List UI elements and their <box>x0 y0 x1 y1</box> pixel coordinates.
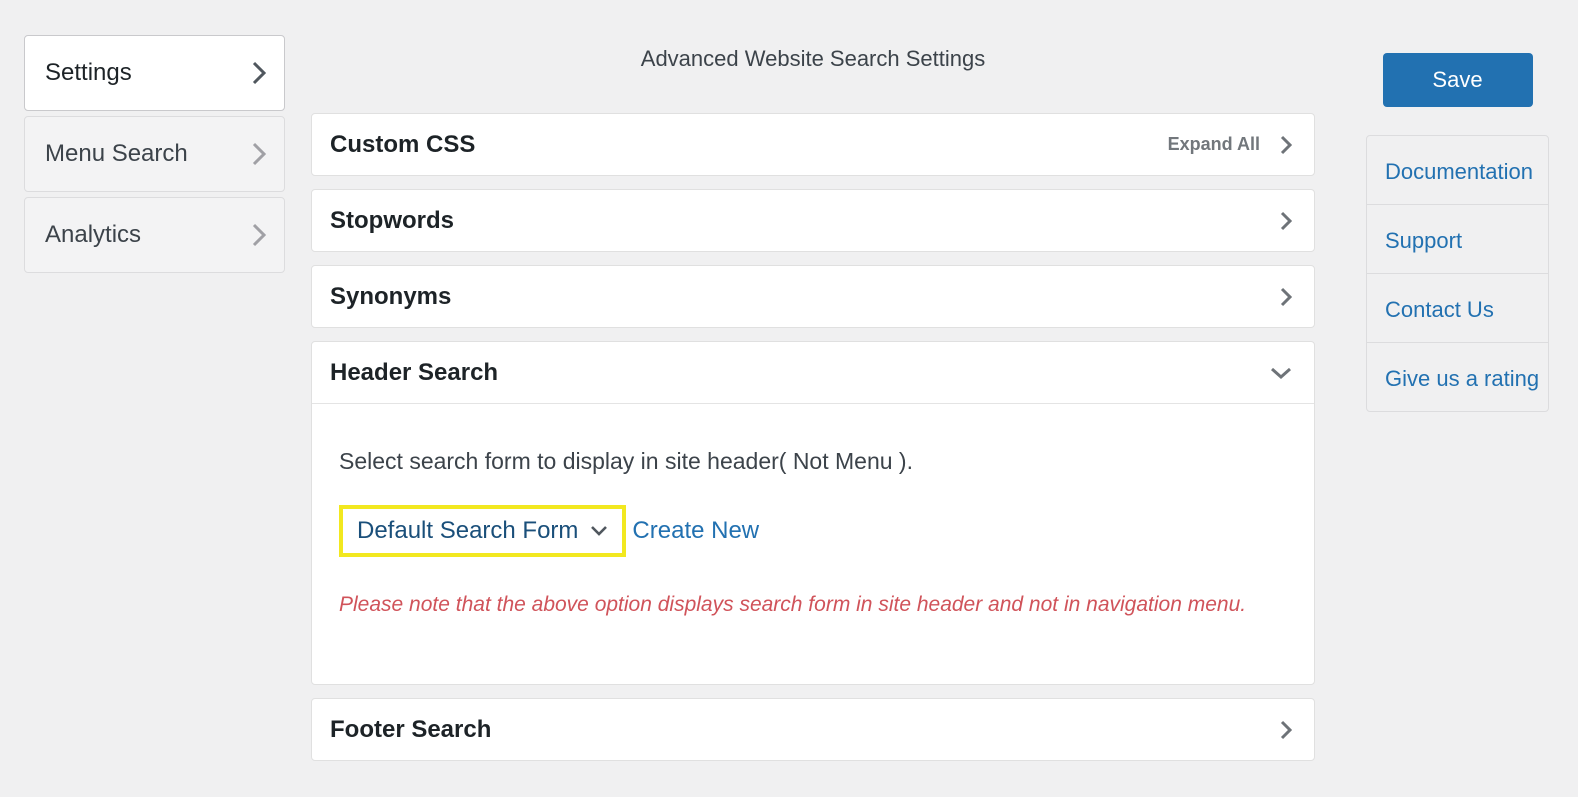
panel-title: Synonyms <box>330 282 452 310</box>
panel-title: Header Search <box>330 358 499 386</box>
panel-header-actions: Expand All <box>1168 134 1292 155</box>
panel-header-footer-search[interactable]: Footer Search <box>312 699 1314 760</box>
header-search-description: Select search form to display in site he… <box>339 448 913 474</box>
rating-link[interactable]: Give us a rating <box>1367 343 1548 411</box>
save-button[interactable]: Save <box>1382 53 1533 107</box>
panel-title: Stopwords <box>330 206 454 234</box>
chevron-right-icon <box>252 61 266 85</box>
panel-footer-search: Footer Search <box>311 698 1315 761</box>
search-form-select[interactable]: Default Search Form <box>339 505 627 557</box>
panel-synonyms: Synonyms <box>311 265 1315 328</box>
panel-title: Custom CSS <box>330 130 476 158</box>
support-link[interactable]: Support <box>1367 205 1548 274</box>
nav-item-settings[interactable]: Settings <box>24 35 285 111</box>
contact-us-link[interactable]: Contact Us <box>1367 274 1548 343</box>
chevron-right-icon <box>1280 720 1292 740</box>
panel-stopwords: Stopwords <box>311 189 1315 252</box>
create-new-link[interactable]: Create New <box>632 517 759 545</box>
panel-body-header-search: Select search form to display in site he… <box>312 403 1314 684</box>
panel-header-header-search[interactable]: Header Search <box>312 342 1314 403</box>
chevron-right-icon <box>252 142 266 166</box>
nav-item-label: Settings <box>45 59 132 86</box>
left-nav: Settings Menu Search Analytics <box>24 35 285 278</box>
panel-custom-css: Custom CSS Expand All <box>311 113 1315 176</box>
panel-header-custom-css[interactable]: Custom CSS Expand All <box>312 114 1314 175</box>
header-search-form-row: Default Search Form Create New <box>339 505 1287 557</box>
nav-item-analytics[interactable]: Analytics <box>24 197 285 273</box>
settings-page: Settings Menu Search Analytics Advanced … <box>0 0 1578 797</box>
main-content: Advanced Website Search Settings Custom … <box>311 0 1315 774</box>
help-links: Documentation Support Contact Us Give us… <box>1366 135 1549 412</box>
nav-item-label: Analytics <box>45 221 142 248</box>
panel-header-stopwords[interactable]: Stopwords <box>312 190 1314 251</box>
header-search-note: Please note that the above option displa… <box>339 593 1247 616</box>
nav-item-menu-search[interactable]: Menu Search <box>24 116 285 192</box>
chevron-down-icon <box>1270 366 1292 380</box>
select-value: Default Search Form <box>357 517 579 544</box>
expand-all-button[interactable]: Expand All <box>1168 134 1260 155</box>
chevron-right-icon <box>1280 287 1292 307</box>
panel-header-search: Header Search Select search form to disp… <box>311 341 1315 685</box>
save-container: Save <box>1366 35 1549 135</box>
documentation-link[interactable]: Documentation <box>1367 136 1548 205</box>
chevron-right-icon <box>1280 135 1292 155</box>
chevron-right-icon <box>252 223 266 247</box>
nav-item-label: Menu Search <box>45 140 188 167</box>
page-title: Advanced Website Search Settings <box>640 46 986 71</box>
chevron-down-icon <box>590 525 608 537</box>
panel-header-synonyms[interactable]: Synonyms <box>312 266 1314 327</box>
right-sidebar: Save Documentation Support Contact Us Gi… <box>1366 35 1549 412</box>
panel-title: Footer Search <box>330 715 492 743</box>
chevron-right-icon <box>1280 211 1292 231</box>
